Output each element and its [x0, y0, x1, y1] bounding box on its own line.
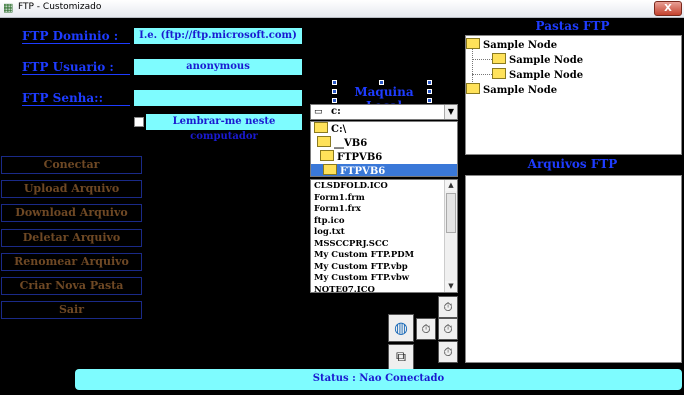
- file-item[interactable]: log.txt: [311, 227, 443, 239]
- stopwatch-icon[interactable]: ⏱: [438, 318, 458, 340]
- file-list-scrollbar[interactable]: ▲ ▼: [444, 180, 457, 292]
- stopwatch-icon[interactable]: ⏱: [438, 296, 458, 318]
- directory-item[interactable]: __VB6: [311, 136, 457, 150]
- scroll-up-icon[interactable]: ▲: [445, 180, 457, 191]
- windows-stack-icon[interactable]: ⧉: [388, 344, 414, 370]
- folder-icon: [466, 38, 480, 49]
- ftp-folders-tree[interactable]: Sample Node Sample Node Sample Node Samp…: [465, 35, 682, 155]
- folder-icon: [466, 83, 480, 94]
- file-item[interactable]: Form1.frm: [311, 193, 443, 205]
- new-folder-button[interactable]: Criar Nova Pasta: [1, 277, 142, 295]
- connect-button[interactable]: Conectar: [1, 156, 142, 174]
- file-item[interactable]: MSSCCPRJ.SCC: [311, 239, 443, 251]
- folder-icon: [492, 68, 506, 79]
- user-label: FTP Usuario :: [22, 60, 114, 74]
- scroll-down-icon[interactable]: ▼: [445, 281, 457, 292]
- exit-button[interactable]: Sair: [1, 301, 142, 319]
- tree-node[interactable]: Sample Node: [492, 68, 583, 81]
- file-item[interactable]: Form1.frx: [311, 204, 443, 216]
- tree-node[interactable]: Sample Node: [466, 83, 557, 96]
- selection-handle[interactable]: [427, 80, 432, 85]
- password-label: FTP Senha::: [22, 91, 104, 105]
- window-title: FTP - Customizado: [18, 2, 102, 12]
- selection-handle[interactable]: [379, 80, 384, 85]
- user-underline: [22, 74, 130, 75]
- selection-handle[interactable]: [332, 89, 337, 94]
- domain-label: FTP Dominio :: [22, 29, 119, 43]
- selection-handle[interactable]: [427, 89, 432, 94]
- stopwatch-icon[interactable]: ⏱: [416, 318, 436, 340]
- file-item[interactable]: My Custom FTP.PDM: [311, 250, 443, 262]
- file-item[interactable]: My Custom FTP.vbw: [311, 273, 443, 285]
- password-underline: [22, 105, 130, 106]
- file-item[interactable]: CLSDFOLD.ICO: [311, 181, 443, 193]
- tree-node[interactable]: Sample Node: [492, 53, 583, 66]
- folder-open-icon: [317, 136, 331, 147]
- ftp-folders-title: Pastas FTP: [535, 19, 610, 33]
- drive-select[interactable]: ▭ c: ▼: [310, 104, 458, 120]
- drive-value: c:: [331, 106, 341, 117]
- directory-list[interactable]: C:\ __VB6 FTPVB6 FTPVB6: [310, 121, 458, 177]
- selection-handle[interactable]: [332, 80, 337, 85]
- tree-node[interactable]: Sample Node: [466, 38, 557, 51]
- directory-item[interactable]: FTPVB6: [311, 150, 457, 164]
- password-input[interactable]: [134, 90, 302, 106]
- title-bar: ▦ FTP - Customizado X: [0, 0, 684, 18]
- domain-underline: [22, 43, 130, 44]
- domain-input[interactable]: I.e. (ftp://ftp.microsoft.com): [134, 28, 302, 44]
- chevron-down-icon[interactable]: ▼: [444, 105, 457, 119]
- file-items: CLSDFOLD.ICO Form1.frm Form1.frx ftp.ico…: [311, 181, 443, 293]
- tree-connector: [472, 49, 473, 84]
- folder-open-icon: [314, 122, 328, 133]
- drive-icon: ▭: [314, 107, 323, 117]
- directory-item-selected[interactable]: FTPVB6: [311, 164, 457, 176]
- tree-connector: [472, 74, 492, 75]
- ftp-files-title: Arquivos FTP: [527, 157, 618, 171]
- file-item[interactable]: ftp.ico: [311, 216, 443, 228]
- delete-button[interactable]: Deletar Arquivo: [1, 229, 142, 247]
- file-item[interactable]: My Custom FTP.vbp: [311, 262, 443, 274]
- file-item[interactable]: NOTE07.ICO: [311, 285, 443, 293]
- download-button[interactable]: Download Arquivo: [1, 204, 142, 222]
- folder-open-icon: [320, 150, 334, 161]
- folder-icon: [492, 53, 506, 64]
- tree-connector: [472, 59, 492, 60]
- selection-handle[interactable]: [332, 98, 337, 103]
- stopwatch-icon[interactable]: ⏱: [438, 341, 458, 363]
- file-list[interactable]: CLSDFOLD.ICO Form1.frm Form1.frx ftp.ico…: [310, 179, 458, 293]
- remember-label[interactable]: Lembrar-me neste computador: [146, 114, 302, 142]
- app-icon: ▦: [3, 1, 14, 14]
- selection-handle[interactable]: [427, 98, 432, 103]
- directory-item[interactable]: C:\: [311, 122, 457, 136]
- scroll-thumb[interactable]: [446, 193, 456, 233]
- remember-checkbox[interactable]: [134, 117, 144, 127]
- upload-button[interactable]: Upload Arquivo: [1, 180, 142, 198]
- folder-open-icon: [323, 164, 337, 175]
- user-input[interactable]: anonymous: [134, 59, 302, 75]
- ftp-files-list[interactable]: [465, 175, 682, 363]
- close-button[interactable]: X: [654, 1, 682, 16]
- status-bar: Status : Nao Conectado: [75, 369, 682, 390]
- network-globe-icon[interactable]: ◍: [388, 314, 414, 342]
- rename-button[interactable]: Renomear Arquivo: [1, 253, 142, 271]
